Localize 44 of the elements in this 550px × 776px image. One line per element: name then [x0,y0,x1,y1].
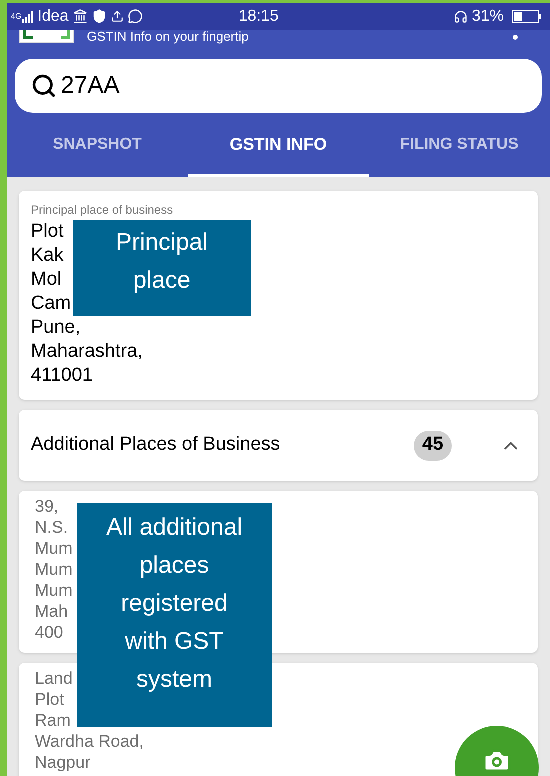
callout: All additional places registered with GST system [77,503,272,727]
address-line: Plot [31,220,64,244]
address-line: Kak [31,244,64,268]
callout: Principal place [73,220,251,316]
upload-icon [110,10,124,23]
tab[interactable]: SNAPSHOT [7,115,188,177]
search-field[interactable]: 27AA [15,59,542,113]
address-line: Pune, [31,316,81,340]
address-line: Mah [35,601,68,622]
network-label: 4G [11,12,22,20]
address-line: Cam [31,292,72,316]
principal-label: Principal place of business [31,204,174,216]
search-value: 27AA [61,71,120,101]
chat-icon [128,9,143,24]
address-line: 400 [35,622,64,643]
tab[interactable]: GSTIN INFO [188,115,369,177]
time-label: 18:15 [238,6,279,26]
search-icon [31,73,57,99]
battery-icon [512,10,542,23]
tab[interactable]: FILING STATUS [369,115,550,177]
carrier-label: Idea [38,6,69,26]
address-line: Plot [35,689,64,710]
address-line: Mum [35,580,73,601]
accordion-title: Additional Places of Business [31,433,280,458]
address-line: Mum [35,559,73,580]
address-line: Mol [31,268,62,292]
shield-icon [92,9,107,24]
address-line: 411001 [31,364,93,388]
accordion-header[interactable]: Additional Places of Business 45 [19,410,538,481]
tagline: GSTIN Info on your fingertip [87,30,249,42]
logo-icon [19,30,75,44]
address-line: Mum [35,538,73,559]
signal-icon [22,10,34,22]
address-line: Wardha Road, [35,731,144,752]
address-line: N.S. [35,517,68,538]
address-line: Ram [35,710,71,731]
address-line: Land [35,668,73,689]
address-line: 39, [35,496,59,517]
battery-label: 31% [472,6,504,26]
address-line: Maharashtra, [31,340,143,364]
bank-icon [72,9,88,24]
address-line: Nagpur [35,752,91,773]
headset-icon [454,10,468,24]
count-badge: 45 [414,430,452,460]
